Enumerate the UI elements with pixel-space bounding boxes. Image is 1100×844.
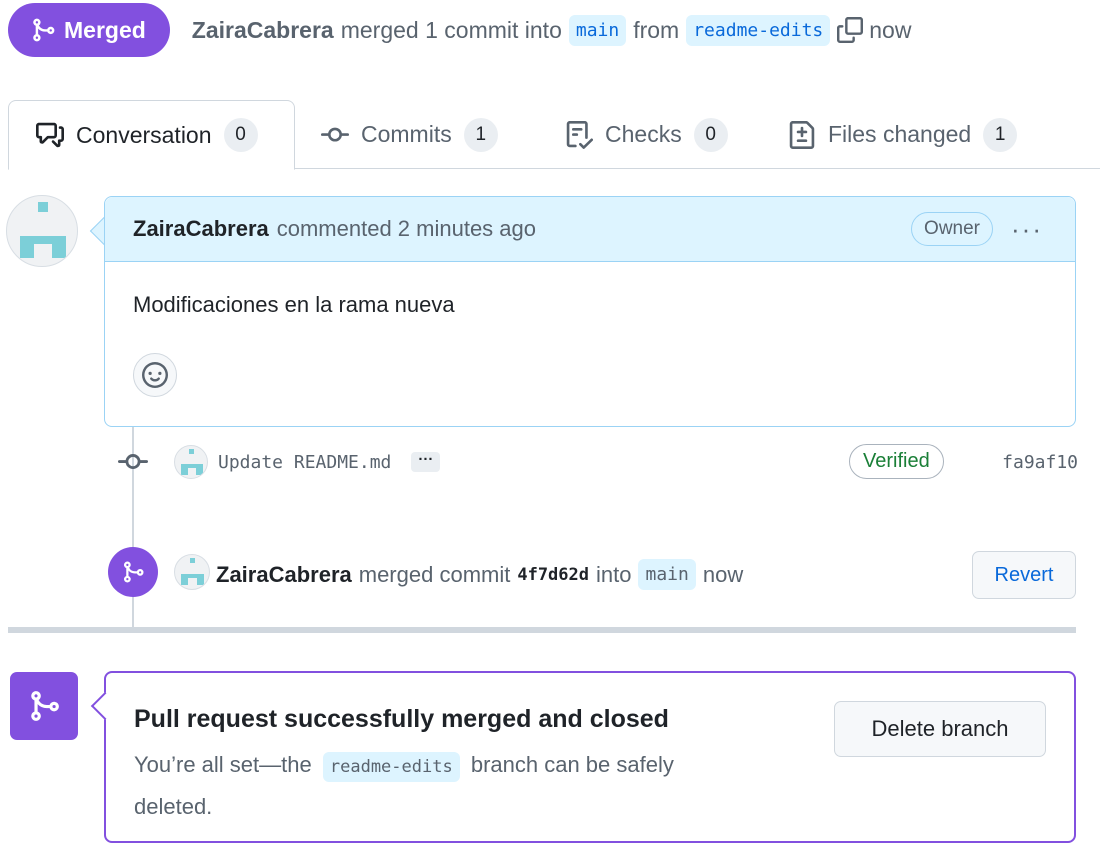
merged-status-badge: Merged (8, 3, 170, 57)
merge-target-branch[interactable]: main (638, 559, 696, 590)
merge-event-text-1: merged commit (358, 561, 511, 587)
head-branch-label[interactable]: readme-edits (686, 14, 831, 46)
commit-expand-button[interactable]: ··· (411, 452, 441, 472)
comment-header: ZairaCabrera commented 2 minutes ago Own… (105, 197, 1075, 262)
comment-body: Modificaciones en la rama nueva (133, 292, 455, 317)
git-merge-icon (33, 18, 55, 42)
merged-status-title: Pull request successfully merged and clo… (134, 705, 669, 733)
smiley-icon (142, 362, 168, 388)
tab-commits[interactable]: Commits 1 (321, 100, 498, 169)
merge-event-badge (108, 547, 158, 597)
commit-row: Update README.md ··· Verified fa9af10 (118, 440, 1078, 484)
merge-event-time: now (702, 561, 744, 587)
tab-files-changed-count: 1 (983, 117, 1018, 152)
merger-author-link[interactable]: ZairaCabrera (216, 562, 352, 588)
pr-header: Merged ZairaCabrera merged 1 commit into… (8, 2, 911, 58)
kebab-horizontal-icon[interactable]: ··· (1011, 216, 1043, 242)
comment-discussion-icon (36, 122, 64, 148)
merged-state-icon-box (10, 672, 78, 740)
tab-checks-count: 0 (693, 117, 728, 152)
tab-conversation[interactable]: Conversation 0 (8, 100, 295, 170)
author-link[interactable]: ZairaCabrera (192, 17, 334, 44)
commit-message-link[interactable]: Update README.md (218, 452, 391, 473)
merge-summary: ZairaCabrera merged 1 commit into main f… (192, 14, 912, 46)
file-diff-icon (789, 120, 815, 149)
timeline-divider (8, 627, 1076, 633)
git-merge-icon (31, 691, 59, 721)
comment-author-link[interactable]: ZairaCabrera (133, 216, 269, 242)
merged-status-box: Pull request successfully merged and clo… (104, 671, 1076, 843)
tab-files-changed[interactable]: Files changed 1 (788, 100, 1018, 169)
merge-time: now (869, 16, 912, 43)
copy-icon[interactable] (837, 17, 864, 43)
add-reaction-button[interactable] (133, 353, 177, 397)
git-merge-icon (124, 561, 144, 583)
merged-status-label: Merged (64, 16, 146, 43)
checklist-icon (566, 120, 593, 149)
from-text: from (633, 16, 680, 43)
merge-event-text-2: into (596, 561, 632, 587)
merge-event-text: ZairaCabrera merged commit 4f7d62d into … (216, 559, 743, 590)
tab-files-changed-label: Files changed (828, 121, 972, 147)
merge-summary-text: merged 1 commit into (340, 16, 562, 43)
merged-status-description: You’re all set—the readme-edits branch c… (134, 745, 754, 827)
commenter-avatar[interactable] (6, 195, 78, 267)
merge-event-row: ZairaCabrera merged commit 4f7d62d into … (108, 546, 1078, 602)
tab-checks[interactable]: Checks 0 (565, 100, 728, 169)
git-commit-icon (321, 127, 349, 142)
tab-commits-label: Commits (361, 121, 452, 147)
base-branch-label[interactable]: main (568, 14, 627, 46)
owner-badge: Owner (911, 212, 994, 246)
delete-branch-button[interactable]: Delete branch (834, 701, 1046, 757)
merged-desc-pre: You’re all set—the (134, 752, 312, 777)
commit-sha-link[interactable]: fa9af10 (1002, 452, 1078, 473)
git-commit-icon (118, 454, 148, 470)
comment-timestamp[interactable]: commented 2 minutes ago (277, 216, 536, 242)
deletable-branch-label[interactable]: readme-edits (322, 752, 460, 782)
pr-comment: ZairaCabrera commented 2 minutes ago Own… (104, 196, 1076, 427)
commit-author-avatar[interactable] (174, 445, 208, 479)
merge-commit-sha-link[interactable]: 4f7d62d (517, 565, 589, 585)
tab-conversation-count: 0 (223, 118, 258, 152)
revert-button[interactable]: Revert (972, 551, 1076, 599)
merger-avatar[interactable] (174, 554, 210, 590)
tab-checks-label: Checks (605, 121, 682, 147)
tab-commits-count: 1 (463, 117, 498, 152)
verified-badge[interactable]: Verified (849, 444, 944, 479)
tab-conversation-label: Conversation (76, 121, 212, 148)
pr-tabs: Conversation 0 Commits 1 Checks 0 Files … (8, 100, 1100, 170)
